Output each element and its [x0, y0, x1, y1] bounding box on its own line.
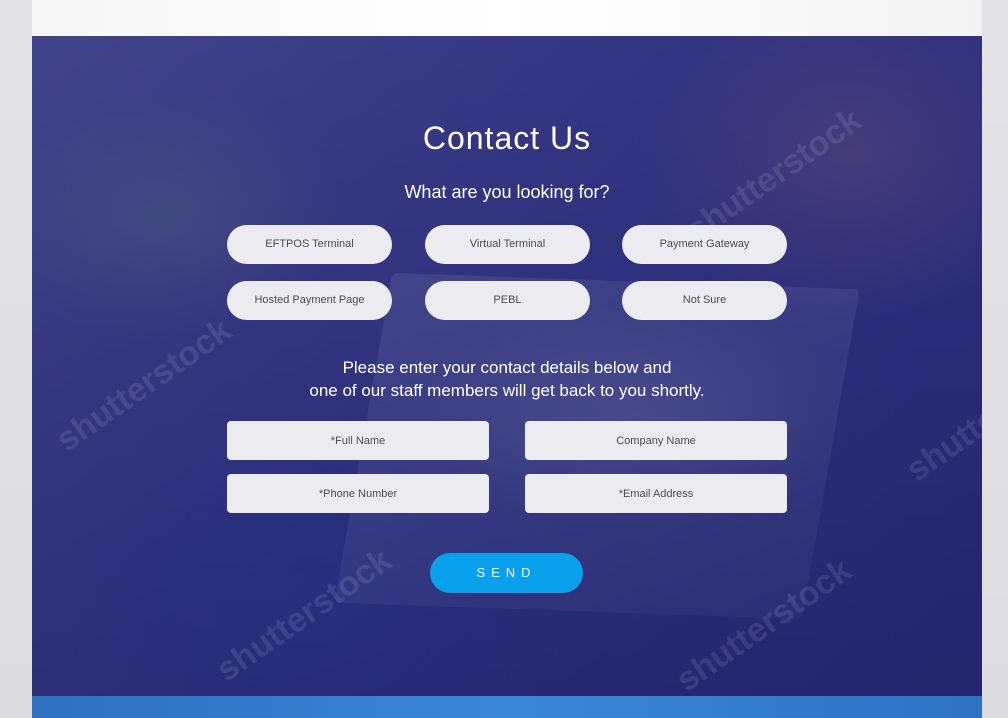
- phone-number-field[interactable]: [227, 474, 489, 513]
- full-name-field[interactable]: [227, 421, 489, 460]
- send-button[interactable]: SEND: [430, 553, 583, 593]
- option-payment-gateway[interactable]: Payment Gateway: [622, 225, 787, 264]
- page-margin-left: [0, 0, 32, 718]
- next-section: [32, 696, 982, 718]
- contact-section: shutterstock shutterstock shutterstock s…: [32, 36, 982, 696]
- email-address-field[interactable]: [525, 474, 787, 513]
- page-title: Contact Us: [422, 120, 592, 156]
- instructions-line: one of our staff members will get back t…: [309, 381, 705, 400]
- option-virtual-terminal[interactable]: Virtual Terminal: [425, 225, 590, 264]
- option-hosted-payment-page[interactable]: Hosted Payment Page: [227, 281, 392, 320]
- option-not-sure[interactable]: Not Sure: [622, 281, 787, 320]
- form-instructions: Please enter your contact details below …: [32, 356, 982, 402]
- options-prompt: What are you looking for?: [404, 182, 610, 202]
- option-pebl[interactable]: PEBL: [425, 281, 590, 320]
- option-eftpos-terminal[interactable]: EFTPOS Terminal: [227, 225, 392, 264]
- instructions-line: Please enter your contact details below …: [342, 358, 672, 377]
- top-section: [32, 0, 982, 37]
- page-margin-right: [982, 0, 1008, 718]
- company-name-field[interactable]: [525, 421, 787, 460]
